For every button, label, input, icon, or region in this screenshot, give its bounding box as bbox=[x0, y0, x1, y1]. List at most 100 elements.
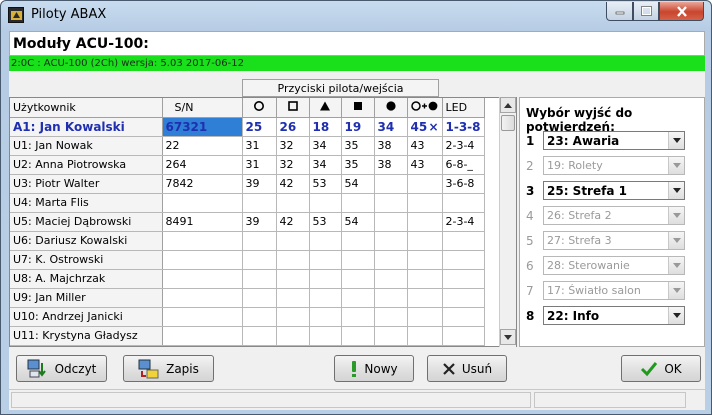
led-cell[interactable] bbox=[442, 250, 485, 270]
button-cell[interactable]: 34 bbox=[309, 155, 342, 175]
table-row[interactable]: U1: Jan Nowak 22 31 32 34 35 38 43 2-3-4 bbox=[10, 136, 485, 156]
table-row[interactable]: U10: Andrzej Janicki bbox=[10, 307, 485, 327]
sn-cell[interactable]: 8491 bbox=[162, 212, 243, 232]
button-cell[interactable]: 34 bbox=[374, 117, 408, 137]
sn-cell[interactable] bbox=[162, 231, 243, 251]
button-cell[interactable] bbox=[242, 250, 277, 270]
col-header-led[interactable]: LED bbox=[442, 98, 485, 118]
sn-cell[interactable] bbox=[162, 288, 243, 308]
user-cell[interactable]: A1: Jan Kowalski bbox=[10, 117, 163, 137]
button-cell[interactable] bbox=[374, 288, 408, 308]
output-select[interactable]: 26: Strefa 2 bbox=[543, 206, 685, 225]
sn-cell[interactable] bbox=[162, 250, 243, 270]
led-cell[interactable]: 2-3-4 bbox=[442, 136, 485, 156]
dropdown-button[interactable] bbox=[668, 207, 684, 224]
button-cell[interactable]: 19 bbox=[341, 117, 375, 137]
led-cell[interactable] bbox=[442, 288, 485, 308]
button-cell[interactable] bbox=[374, 193, 408, 213]
button-cell[interactable]: 35 bbox=[341, 136, 375, 156]
button-cell[interactable] bbox=[407, 307, 443, 327]
button-cell[interactable] bbox=[242, 193, 277, 213]
output-select[interactable]: 25: Strefa 1 bbox=[543, 181, 685, 200]
table-row[interactable]: U11: Krystyna Gładysz bbox=[10, 326, 485, 346]
button-cell[interactable] bbox=[374, 307, 408, 327]
button-cell[interactable] bbox=[242, 269, 277, 289]
button-cell[interactable]: 38 bbox=[374, 136, 408, 156]
button-cell[interactable] bbox=[276, 231, 310, 251]
led-cell[interactable]: 2-3-4 bbox=[442, 212, 485, 232]
led-cell[interactable] bbox=[442, 269, 485, 289]
dropdown-button[interactable] bbox=[668, 132, 684, 149]
sn-cell[interactable]: 67321 bbox=[162, 117, 243, 137]
button-cell[interactable] bbox=[309, 193, 342, 213]
user-cell[interactable]: U1: Jan Nowak bbox=[10, 136, 163, 156]
button-cell[interactable]: 25 bbox=[242, 117, 277, 137]
table-row[interactable]: U9: Jan Miller bbox=[10, 288, 485, 308]
button-cell[interactable] bbox=[407, 174, 443, 194]
ok-button[interactable]: OK bbox=[621, 355, 701, 382]
table-row[interactable]: U2: Anna Piotrowska 264 31 32 34 35 38 43 6-8-_ bbox=[10, 155, 485, 175]
button-cell[interactable]: 34 bbox=[309, 136, 342, 156]
button-cell[interactable]: 54 bbox=[341, 212, 375, 232]
user-cell[interactable]: U2: Anna Piotrowska bbox=[10, 155, 163, 175]
button-cell[interactable]: 31 bbox=[242, 155, 277, 175]
button-cell[interactable] bbox=[341, 250, 375, 270]
button-cell[interactable] bbox=[407, 269, 443, 289]
button-cell[interactable] bbox=[407, 231, 443, 251]
button-cell[interactable] bbox=[374, 174, 408, 194]
close-button[interactable] bbox=[659, 2, 704, 21]
dropdown-button[interactable] bbox=[668, 157, 684, 174]
sn-cell[interactable] bbox=[162, 269, 243, 289]
button-cell[interactable]: 32 bbox=[276, 136, 310, 156]
triangle-icon[interactable] bbox=[309, 98, 342, 118]
filled-square-icon[interactable] bbox=[341, 98, 375, 118]
button-cell[interactable] bbox=[242, 231, 277, 251]
button-cell[interactable] bbox=[374, 326, 408, 346]
circle-icon[interactable] bbox=[242, 98, 277, 118]
dropdown-button[interactable] bbox=[668, 307, 684, 324]
output-select[interactable]: 23: Awaria bbox=[543, 131, 685, 150]
button-cell[interactable] bbox=[374, 250, 408, 270]
button-cell[interactable] bbox=[407, 250, 443, 270]
button-cell[interactable] bbox=[276, 269, 310, 289]
button-cell[interactable] bbox=[276, 193, 310, 213]
user-cell[interactable]: U7: K. Ostrowski bbox=[10, 250, 163, 270]
read-button[interactable]: Odczyt bbox=[16, 355, 107, 382]
button-cell[interactable]: 35 bbox=[341, 155, 375, 175]
button-cell[interactable] bbox=[341, 326, 375, 346]
button-cell[interactable] bbox=[341, 288, 375, 308]
button-cell[interactable]: 39 bbox=[242, 212, 277, 232]
table-row[interactable]: U7: K. Ostrowski bbox=[10, 250, 485, 270]
led-cell[interactable]: 6-8-_ bbox=[442, 155, 485, 175]
button-cell[interactable] bbox=[374, 212, 408, 232]
button-cell[interactable] bbox=[309, 231, 342, 251]
button-cell[interactable]: 42 bbox=[276, 212, 310, 232]
led-cell[interactable] bbox=[442, 193, 485, 213]
button-cell[interactable] bbox=[276, 250, 310, 270]
led-cell[interactable] bbox=[442, 326, 485, 346]
new-button[interactable]: Nowy bbox=[334, 355, 414, 382]
button-cell[interactable]: 18 bbox=[309, 117, 342, 137]
dropdown-button[interactable] bbox=[668, 282, 684, 299]
write-button[interactable]: Zapis bbox=[123, 355, 214, 382]
led-cell[interactable]: 1-3-8 bbox=[442, 117, 485, 137]
button-cell[interactable]: 32 bbox=[276, 155, 310, 175]
sn-cell[interactable] bbox=[162, 193, 243, 213]
button-cell[interactable] bbox=[242, 307, 277, 327]
button-cell[interactable]: 43 bbox=[407, 155, 443, 175]
sn-cell[interactable] bbox=[162, 307, 243, 327]
button-cell[interactable] bbox=[276, 288, 310, 308]
output-select[interactable]: 19: Rolety bbox=[543, 156, 685, 175]
maximize-button[interactable] bbox=[633, 2, 659, 21]
button-cell[interactable] bbox=[309, 326, 342, 346]
button-cell[interactable] bbox=[242, 288, 277, 308]
scroll-thumb[interactable] bbox=[501, 115, 515, 131]
scroll-down-button[interactable] bbox=[500, 329, 516, 345]
sn-cell[interactable]: 264 bbox=[162, 155, 243, 175]
output-select[interactable]: 22: Info bbox=[543, 306, 685, 325]
button-cell[interactable]: 43 bbox=[407, 136, 443, 156]
table-row[interactable]: U6: Dariusz Kowalski bbox=[10, 231, 485, 251]
led-cell[interactable] bbox=[442, 231, 485, 251]
button-cell[interactable] bbox=[407, 212, 443, 232]
button-cell[interactable]: 31 bbox=[242, 136, 277, 156]
